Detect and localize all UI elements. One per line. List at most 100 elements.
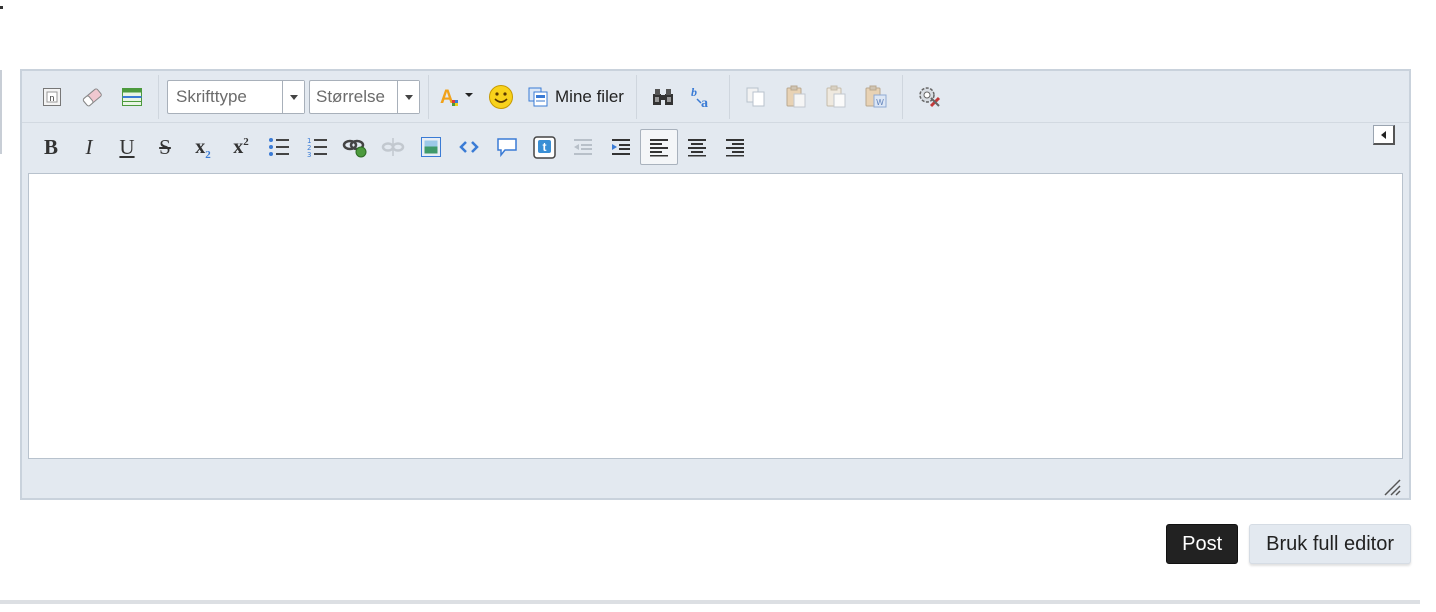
table-icon [122,88,142,106]
superscript-glyph: x [233,135,244,158]
align-left-button[interactable] [640,129,678,165]
font-size-dropdown-arrow[interactable] [397,81,419,113]
align-left-icon [650,139,668,157]
toolbar-collapse-button[interactable] [1373,125,1395,145]
paste-word-button[interactable]: W [856,79,896,115]
eraser-icon [82,88,102,107]
svg-text:A: A [440,87,454,108]
subscript-small: 2 [205,148,211,161]
superscript-icon: x2 [233,136,249,159]
full-editor-button[interactable]: Bruk full editor [1249,524,1411,564]
subscript-icon: x2 [195,135,211,161]
copy-icon [746,87,765,107]
bold-button[interactable]: B [32,129,70,165]
remove-format-button[interactable] [72,79,112,115]
outdent-icon [574,139,592,155]
toolbar-separator [635,75,637,119]
code-icon [459,141,479,153]
link-icon [342,139,367,158]
find-icon [652,89,673,105]
align-right-icon [726,139,744,157]
insert-image-button[interactable] [412,129,450,165]
toolbar-row-1: n Skrifttype Størrelse A Mine filer b a … [32,75,949,119]
svg-text:W: W [876,98,884,107]
toolbar-row-divider [22,122,1409,123]
insert-twitter-button[interactable]: t [526,129,564,165]
replace-icon: ba [691,85,708,109]
toolbar-separator [728,75,730,119]
insert-link-button[interactable] [336,129,374,165]
superscript-button[interactable]: x2 [222,129,260,165]
editor-settings-button[interactable] [909,79,949,115]
source-icon: n [43,88,61,106]
outdent-button[interactable] [564,129,602,165]
strikethrough-button[interactable]: S [146,129,184,165]
bullet-list-icon [269,138,289,156]
chevron-left-icon [1381,130,1386,139]
smiley-icon [489,85,513,109]
toolbar-row-2: B I U S x2 x2 123 t [32,127,754,167]
svg-text:a: a [701,96,708,109]
replace-button[interactable]: ba [683,79,723,115]
svg-text:b: b [691,85,697,99]
italic-icon: I [85,134,93,159]
twitter-icon: t [533,136,556,159]
editor-content-area[interactable] [28,173,1403,459]
bottom-divider [0,600,1420,604]
align-right-button[interactable] [716,129,754,165]
underline-icon: U [119,134,135,159]
find-button[interactable] [643,79,683,115]
align-center-button[interactable] [678,129,716,165]
chevron-down-icon [289,94,298,100]
left-edge-border [0,70,2,154]
text-color-button[interactable]: A [435,79,481,115]
copy-button[interactable] [736,79,776,115]
my-files-button[interactable]: Mine filer [521,79,630,115]
svg-text:t: t [543,140,547,154]
numbered-list-button[interactable]: 123 [298,129,336,165]
font-family-select[interactable]: Skrifttype [167,80,305,114]
numbered-list-icon: 123 [307,137,327,158]
font-size-select[interactable]: Størrelse [309,80,420,114]
source-button[interactable]: n [32,79,72,115]
toolbar-separator [901,75,903,119]
paste-icon [786,85,806,108]
files-icon [528,87,548,107]
subscript-glyph: x [195,135,206,158]
svg-text:n: n [49,94,54,104]
subscript-button[interactable]: x2 [184,129,222,165]
font-family-placeholder: Skrifttype [176,87,247,106]
indent-icon [612,139,630,155]
underline-button[interactable]: U [108,129,146,165]
toolbar-separator [158,75,159,119]
paste-text-button[interactable] [816,79,856,115]
text-color-icon: A [440,87,473,108]
image-icon [421,137,441,157]
toolbar-separator [428,75,429,119]
insert-quote-button[interactable] [488,129,526,165]
resize-grip-icon[interactable] [1381,476,1401,496]
unlink-icon [381,138,405,156]
paste-text-icon [826,85,846,108]
superscript-small: 2 [243,135,249,148]
insert-table-button[interactable] [112,79,152,115]
font-size-placeholder: Størrelse [316,87,385,106]
rich-text-editor: n Skrifttype Størrelse A Mine filer b a … [20,69,1411,500]
paste-button[interactable] [776,79,816,115]
indent-button[interactable] [602,129,640,165]
italic-button[interactable]: I [70,129,108,165]
insert-code-button[interactable] [450,129,488,165]
form-actions: Post Bruk full editor [1166,524,1411,564]
strikethrough-icon: S [159,134,171,159]
stray-dot [0,6,3,9]
post-button[interactable]: Post [1166,524,1239,564]
unlink-button[interactable] [374,129,412,165]
bullet-list-button[interactable] [260,129,298,165]
bold-icon: B [43,134,58,159]
settings-icon [919,87,941,108]
quote-icon [497,138,517,158]
paste-word-icon: W [865,85,887,108]
svg-text:3: 3 [307,151,311,158]
emoticon-button[interactable] [481,79,521,115]
font-family-dropdown-arrow[interactable] [282,81,304,113]
